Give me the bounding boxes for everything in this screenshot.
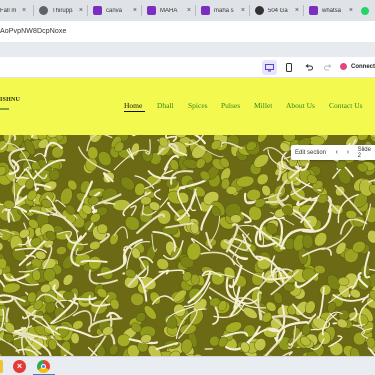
logo-tagline (0, 108, 9, 110)
close-app-icon[interactable]: × (13, 360, 26, 373)
bookmarks-bar (0, 42, 375, 57)
close-icon[interactable]: × (187, 7, 191, 14)
mobile-icon (285, 63, 292, 72)
tab-title: 504 Ga (268, 7, 288, 14)
close-icon[interactable]: × (295, 7, 299, 14)
redo-button[interactable] (320, 60, 335, 75)
nav-item-contact-us[interactable]: Contact Us (329, 101, 363, 110)
nav-item-millet[interactable]: Millet (254, 101, 272, 110)
taskbar: × (0, 356, 375, 375)
browser-tab[interactable]: Fall m × (0, 2, 33, 19)
tab-title: Fall m (0, 7, 16, 14)
edit-section-button[interactable]: Edit section (291, 150, 331, 156)
close-icon[interactable]: × (22, 7, 26, 14)
app-icon[interactable] (0, 360, 3, 373)
slide-number: Slide 2 (357, 146, 371, 159)
tab-title: MAHA (160, 7, 178, 14)
browser-tab[interactable]: MAHA × (142, 2, 195, 19)
browser-tab[interactable]: canva × (88, 2, 141, 19)
url-text[interactable]: AoPvpNW8DcpNoxe (0, 28, 66, 35)
browser-tab[interactable]: Thiruppa × (34, 2, 87, 19)
chrome-icon[interactable] (37, 360, 50, 373)
editor-toolbar: Connect (0, 57, 375, 78)
mobile-view-button[interactable] (281, 60, 296, 75)
github-icon (255, 6, 264, 15)
close-icon[interactable]: × (133, 7, 137, 14)
tab-title: canva (106, 7, 123, 14)
desktop-view-button[interactable] (262, 60, 277, 75)
nav-item-pulses[interactable]: Pulses (221, 101, 240, 110)
desktop-icon (265, 63, 274, 71)
close-icon[interactable]: × (79, 7, 83, 14)
chevron-right-icon[interactable]: › (342, 149, 353, 156)
tab-title: whatsa (322, 7, 342, 14)
tab-title: maha s (214, 7, 234, 14)
hero-image (0, 135, 375, 356)
connect-label: Connect (351, 63, 375, 70)
active-nav-indicator (124, 111, 145, 112)
close-icon[interactable]: × (349, 7, 353, 14)
canva-icon (309, 6, 318, 15)
address-bar[interactable]: AoPvpNW8DcpNoxe (0, 21, 375, 42)
whatsapp-icon[interactable] (361, 6, 369, 15)
undo-button[interactable] (301, 60, 316, 75)
undo-icon (304, 64, 313, 71)
tab-title: Thiruppa (52, 7, 73, 14)
connect-icon (340, 63, 347, 70)
connect-button[interactable]: Connect (340, 63, 375, 70)
browser-tab-strip: Fall m × Thiruppa × canva × MAHA × maha … (0, 0, 375, 21)
nav-item-home[interactable]: Home (124, 101, 142, 110)
canva-icon (93, 6, 102, 15)
nav-item-spices[interactable]: Spices (188, 101, 208, 110)
nav-item-about-us[interactable]: About Us (286, 101, 315, 110)
canva-icon (147, 6, 156, 15)
browser-tab[interactable]: maha s × (196, 2, 249, 19)
chevron-left-icon[interactable]: ‹ (331, 149, 342, 156)
browser-tab[interactable]: 504 Ga × (250, 2, 303, 19)
browser-tab[interactable]: whatsa × (304, 2, 357, 19)
redo-icon (323, 64, 332, 71)
sprouts-photo (0, 135, 375, 356)
close-icon[interactable]: × (241, 7, 245, 14)
canva-icon (201, 6, 210, 15)
nav-item-dhall[interactable]: Dhall (157, 101, 174, 110)
tab-favicon-icon (39, 6, 48, 15)
site-logo[interactable]: ISHNU (0, 97, 20, 103)
slide-control: Edit section ‹ › Slide 2 (291, 145, 375, 160)
